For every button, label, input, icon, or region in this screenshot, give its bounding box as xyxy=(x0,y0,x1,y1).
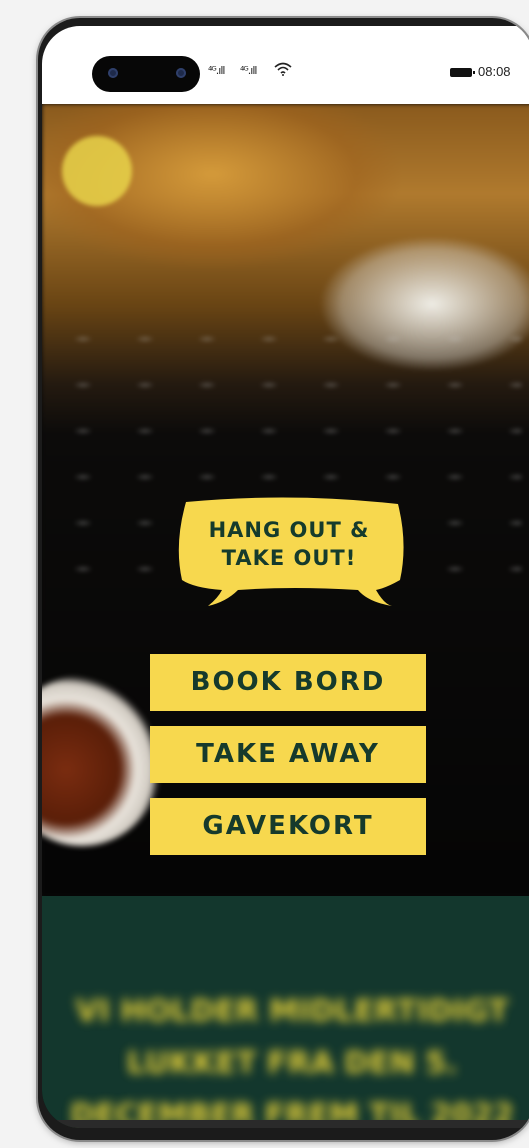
phone-screen: ⁴ᴳ.ıll ⁴ᴳ.ıll 08:08 HANG OUT & TAKE OUT!… xyxy=(42,26,529,1128)
signal-strength-icon: ⁴ᴳ.ıll xyxy=(208,64,225,77)
wifi-icon xyxy=(274,62,292,76)
camera-cutout xyxy=(92,56,200,92)
signal-strength-icon-2: ⁴ᴳ.ıll xyxy=(240,64,257,77)
promo-text: VI HOLDER MIDLERTIDIGT LUKKET FRA DEN 5.… xyxy=(70,994,514,1128)
sensor-icon xyxy=(176,68,186,78)
status-bar: ⁴ᴳ.ıll ⁴ᴳ.ıll 08:08 xyxy=(42,26,529,104)
battery-icon xyxy=(450,68,475,77)
speech-bubble: HANG OUT & TAKE OUT! xyxy=(172,494,412,606)
logo-icon[interactable] xyxy=(62,136,132,206)
phone-frame: ⁴ᴳ.ıll ⁴ᴳ.ıll 08:08 HANG OUT & TAKE OUT!… xyxy=(38,18,529,1140)
take-away-button[interactable]: TAKE AWAY xyxy=(150,726,426,783)
gift-card-button[interactable]: GAVEKORT xyxy=(150,798,426,855)
camera-lens-icon xyxy=(108,68,118,78)
bottom-edge xyxy=(42,1120,529,1128)
book-table-button[interactable]: BOOK BORD xyxy=(150,654,426,711)
promo-banner: VI HOLDER MIDLERTIDIGT LUKKET FRA DEN 5.… xyxy=(42,896,529,1128)
status-time: 08:08 xyxy=(478,64,511,79)
speech-bubble-text: HANG OUT & TAKE OUT! xyxy=(208,518,370,570)
